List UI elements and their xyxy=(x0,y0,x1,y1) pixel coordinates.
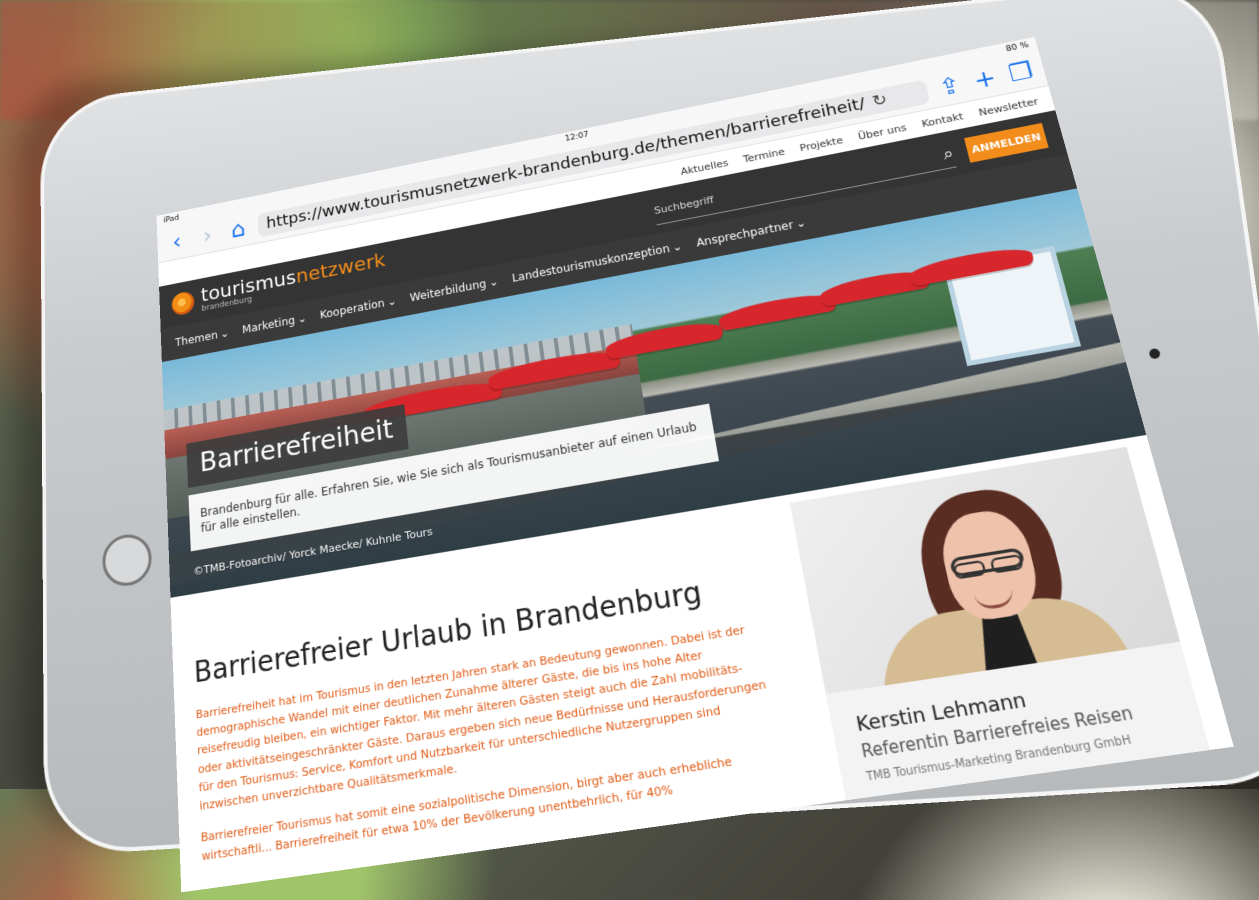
share-icon[interactable]: ⇪ xyxy=(934,72,965,102)
chevron-down-icon: ⌄ xyxy=(219,326,230,341)
nav-themen[interactable]: Themen ⌄ xyxy=(175,327,230,349)
top-link-projekte[interactable]: Projekte xyxy=(799,134,844,154)
tablet-device: iPad 12:07 80 % ‹ › ⌂ https://www.touris… xyxy=(40,0,1259,893)
chevron-down-icon: ⌄ xyxy=(488,274,499,290)
top-link-termine[interactable]: Termine xyxy=(742,145,785,164)
device-label: iPad xyxy=(163,213,180,226)
front-camera xyxy=(1148,348,1161,360)
tablet-screen: iPad 12:07 80 % ‹ › ⌂ https://www.touris… xyxy=(156,36,1234,893)
chevron-down-icon: ⌄ xyxy=(386,294,397,309)
new-tab-icon[interactable]: + xyxy=(969,64,1000,94)
top-link-aktuelles[interactable]: Aktuelles xyxy=(680,157,730,178)
top-link-ueber-uns[interactable]: Über uns xyxy=(857,121,908,142)
login-button[interactable]: ANMELDEN xyxy=(964,122,1049,163)
nav-marketing-label: Marketing xyxy=(241,313,296,337)
home-button[interactable] xyxy=(102,532,152,588)
nav-marketing[interactable]: Marketing ⌄ xyxy=(242,312,307,336)
chevron-down-icon: ⌄ xyxy=(297,311,307,326)
logo-icon xyxy=(171,290,195,317)
back-icon[interactable]: ‹ xyxy=(166,229,189,255)
umbrella-3 xyxy=(604,318,725,360)
reload-icon[interactable]: ↻ xyxy=(870,90,889,111)
nav-weiterbildung-label: Weiterbildung xyxy=(409,277,487,305)
top-link-kontakt[interactable]: Kontakt xyxy=(920,110,964,129)
contact-card: Kerstin Lehmann Referentin Barrierefreie… xyxy=(789,446,1219,833)
search-icon[interactable]: ⌕ xyxy=(941,144,956,164)
bookmarks-icon[interactable]: ⌂ xyxy=(226,216,249,244)
chevron-down-icon: ⌄ xyxy=(671,239,684,254)
nav-themen-label: Themen xyxy=(174,328,218,350)
tabs-icon[interactable]: ❐ xyxy=(1005,57,1037,87)
chevron-down-icon: ⌄ xyxy=(794,216,808,231)
forward-icon[interactable]: › xyxy=(196,222,219,248)
nav-kooperation[interactable]: Kooperation ⌄ xyxy=(319,294,397,321)
nav-kooperation-label: Kooperation xyxy=(319,296,386,322)
article: Barrierefreier Urlaub in Brandenburg Bar… xyxy=(193,569,783,865)
